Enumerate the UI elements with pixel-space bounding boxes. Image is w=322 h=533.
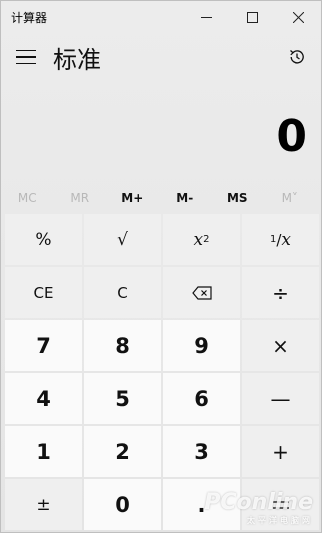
memory-list-button[interactable]: M˅ [264,191,317,205]
mode-title: 标准 [53,45,101,74]
multiply-button[interactable]: × [242,320,319,371]
add-button[interactable]: + [242,426,319,477]
keypad: % √ x2 1/x CE C ÷ 7 8 9 × 4 5 6 — 1 2 3 … [5,214,319,530]
close-icon [292,11,304,23]
reciprocal-button[interactable]: 1/x [242,214,319,265]
digit-2-button[interactable]: 2 [84,426,161,477]
history-button[interactable] [273,33,321,81]
divide-button[interactable]: ÷ [242,267,319,318]
maximize-button[interactable] [229,1,275,33]
maximize-icon [246,11,258,23]
memory-store-button[interactable]: MS [211,191,264,205]
equals-button[interactable] [242,479,319,530]
memory-row: MC MR M+ M- MS M˅ [1,184,321,212]
negate-button[interactable]: ± [5,479,82,530]
memory-recall-button[interactable]: MR [54,191,107,205]
square-base-label: x [193,229,204,250]
clear-button[interactable]: C [84,267,161,318]
history-icon [290,50,304,64]
memory-clear-button[interactable]: MC [1,191,54,205]
subtract-button[interactable]: — [242,373,319,424]
digit-5-button[interactable]: 5 [84,373,161,424]
memory-add-button[interactable]: M+ [106,191,159,205]
digit-9-button[interactable]: 9 [163,320,240,371]
digit-3-button[interactable]: 3 [163,426,240,477]
digit-7-button[interactable]: 7 [5,320,82,371]
digit-8-button[interactable]: 8 [84,320,161,371]
minimize-icon [200,16,212,18]
backspace-button[interactable] [163,267,240,318]
hamburger-icon-bar [16,62,36,65]
result-display: 0 [276,110,307,162]
memory-subtract-button[interactable]: M- [159,191,212,205]
decimal-button[interactable]: . [163,479,240,530]
backspace-icon [191,285,212,300]
hamburger-icon-bar [16,56,36,58]
menu-button[interactable] [1,33,51,81]
close-button[interactable] [275,1,321,33]
square-exponent-label: 2 [203,234,210,245]
clear-entry-button[interactable]: CE [5,267,82,318]
digit-6-button[interactable]: 6 [163,373,240,424]
equals-icon [272,500,289,509]
title-bar: 计算器 [1,1,321,33]
app-header: 标准 [1,33,321,81]
hamburger-icon [16,49,36,52]
minimize-button[interactable] [183,1,229,33]
digit-0-button[interactable]: 0 [84,479,161,530]
digit-1-button[interactable]: 1 [5,426,82,477]
window-title: 计算器 [11,10,48,25]
square-button[interactable]: x2 [163,214,240,265]
reciprocal-denominator-label: x [281,229,292,250]
percent-button[interactable]: % [5,214,82,265]
square-root-button[interactable]: √ [84,214,161,265]
digit-4-button[interactable]: 4 [5,373,82,424]
